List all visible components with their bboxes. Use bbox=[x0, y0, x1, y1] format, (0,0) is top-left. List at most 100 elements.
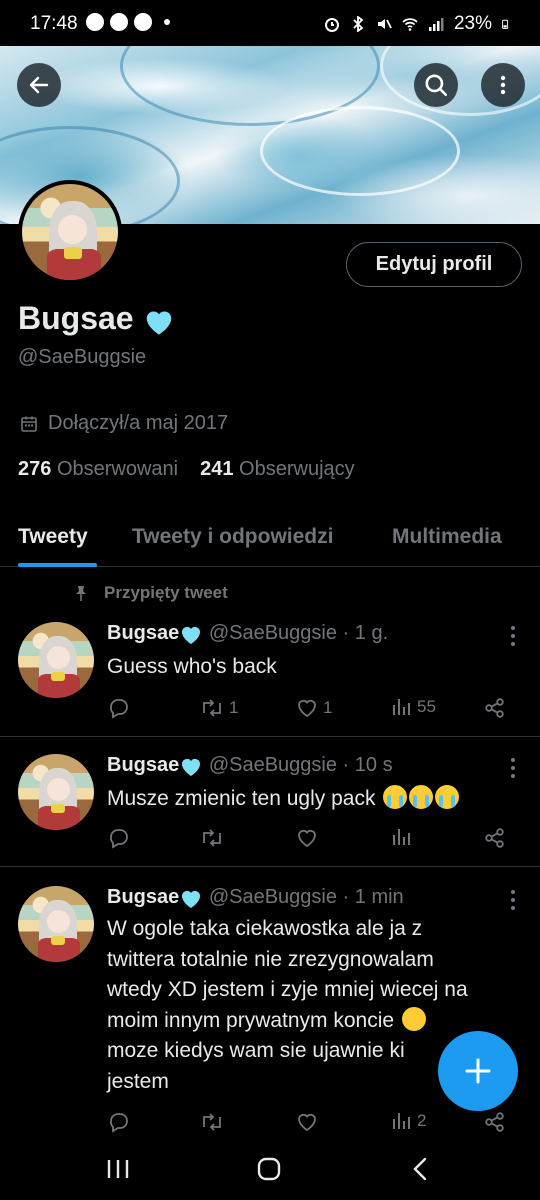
tweet-more-button[interactable] bbox=[510, 758, 516, 778]
profile-tabs: Tweety Tweety i odpowiedzi Multimedia bbox=[0, 515, 540, 567]
more-notifications-dot bbox=[164, 19, 170, 25]
following-link[interactable]: 276 Obserwowani bbox=[18, 458, 178, 480]
avatar-image bbox=[22, 184, 118, 280]
light-blue-heart-icon bbox=[182, 890, 201, 908]
edit-profile-button[interactable]: Edytuj profil bbox=[346, 242, 522, 287]
tweet-time: · 1 min bbox=[342, 886, 404, 908]
back-button[interactable] bbox=[17, 63, 61, 107]
signal-icon bbox=[428, 18, 444, 31]
bluetooth-icon bbox=[353, 16, 364, 32]
pin-icon bbox=[76, 586, 86, 601]
follow-stats: 276 Obserwowani 241 Obserwujący bbox=[18, 458, 355, 481]
back-nav-icon[interactable] bbox=[410, 1156, 430, 1182]
profile-name: Bugsae bbox=[18, 300, 176, 337]
like-button[interactable]: 1 bbox=[295, 696, 332, 720]
tweet-handle: @SaeBuggsie bbox=[208, 886, 337, 908]
tweet[interactable]: Bugsae @SaeBuggsie · 1 g. Guess who's ba… bbox=[0, 620, 540, 736]
tweet-avatar[interactable] bbox=[18, 622, 94, 698]
reply-button[interactable] bbox=[107, 696, 131, 720]
tab-media[interactable]: Multimedia bbox=[392, 525, 502, 549]
loudly-crying-face-icon bbox=[383, 785, 408, 809]
share-icon bbox=[485, 698, 504, 718]
heart-icon bbox=[298, 1113, 316, 1132]
tweet-time: · 10 s bbox=[342, 754, 393, 776]
compose-tweet-button[interactable] bbox=[438, 1031, 518, 1111]
retweet-button[interactable] bbox=[199, 826, 225, 850]
share-button[interactable] bbox=[483, 696, 507, 720]
views-count: 55 bbox=[417, 697, 436, 716]
heart-icon bbox=[298, 829, 316, 848]
shushing-face-icon bbox=[401, 1006, 426, 1031]
tweet-author-name[interactable]: Bugsae bbox=[107, 886, 179, 908]
light-blue-heart-icon bbox=[147, 311, 172, 335]
tweet-divider bbox=[0, 736, 540, 737]
tweet-avatar[interactable] bbox=[18, 886, 94, 962]
reply-button[interactable] bbox=[107, 1110, 131, 1134]
followers-label: Obserwujący bbox=[239, 458, 355, 480]
battery-percent: 23% bbox=[453, 13, 492, 34]
tweet-time: · 1 g. bbox=[342, 622, 389, 644]
reply-icon bbox=[110, 829, 128, 849]
profile-handle: @SaeBuggsie bbox=[18, 346, 147, 368]
followers-link[interactable]: 241 Obserwujący bbox=[200, 458, 355, 480]
tweet-text: Musze zmienic ten ugly pack bbox=[107, 784, 527, 815]
reply-icon bbox=[110, 699, 128, 719]
more-vertical-icon bbox=[500, 75, 506, 95]
status-time: 17:48 bbox=[30, 13, 78, 34]
tweet-author-name[interactable]: Bugsae bbox=[107, 622, 179, 644]
profile-avatar[interactable] bbox=[18, 180, 122, 284]
tweet-more-button[interactable] bbox=[510, 626, 516, 646]
tweet-more-button[interactable] bbox=[510, 890, 516, 910]
share-button[interactable] bbox=[483, 826, 507, 850]
home-icon[interactable] bbox=[256, 1156, 282, 1182]
more-options-button[interactable] bbox=[481, 63, 525, 107]
share-button[interactable] bbox=[483, 1110, 507, 1134]
tab-tweets[interactable]: Tweety bbox=[18, 525, 88, 549]
tweet-text-line: W ogole taka ciekawostka ale ja z bbox=[107, 917, 423, 940]
loudly-crying-face-icon bbox=[409, 785, 434, 809]
following-label: Obserwowani bbox=[56, 458, 179, 480]
views-icon bbox=[393, 699, 410, 715]
tweet-handle: @SaeBuggsie bbox=[208, 754, 337, 776]
tweet[interactable]: Bugsae @SaeBuggsie · 10 s Musze zmienic … bbox=[0, 752, 540, 866]
like-button[interactable] bbox=[295, 826, 319, 850]
views-button[interactable]: 55 bbox=[391, 696, 436, 718]
search-icon bbox=[425, 74, 448, 97]
tweet-text-line: moim innym prywatnym koncie bbox=[107, 1008, 395, 1032]
views-icon bbox=[393, 829, 410, 845]
arrow-left-icon bbox=[29, 76, 49, 94]
tweet-actions: 1 1 55 bbox=[107, 696, 517, 722]
retweet-button[interactable]: 1 bbox=[199, 696, 238, 720]
retweet-button[interactable] bbox=[199, 1110, 225, 1134]
views-button[interactable]: 2 bbox=[391, 1110, 426, 1132]
reply-icon bbox=[110, 1113, 128, 1133]
tweet-author-name[interactable]: Bugsae bbox=[107, 754, 179, 776]
share-icon bbox=[485, 1112, 504, 1132]
tweet-text-content: Musze zmienic ten ugly pack bbox=[107, 787, 376, 810]
views-icon bbox=[393, 1113, 410, 1129]
search-button[interactable] bbox=[414, 63, 458, 107]
tweet-avatar[interactable] bbox=[18, 754, 94, 830]
like-button[interactable] bbox=[295, 1110, 319, 1134]
recent-apps-icon[interactable] bbox=[106, 1158, 130, 1180]
like-count: 1 bbox=[323, 698, 333, 717]
notification-icon bbox=[86, 13, 104, 31]
light-blue-heart-icon bbox=[182, 626, 201, 644]
following-count: 276 bbox=[18, 458, 52, 480]
tab-tweets-and-replies[interactable]: Tweety i odpowiedzi bbox=[132, 525, 333, 549]
views-button[interactable] bbox=[391, 826, 413, 848]
mute-icon bbox=[377, 19, 392, 29]
light-blue-heart-icon bbox=[182, 758, 201, 776]
reply-button[interactable] bbox=[107, 826, 131, 850]
snapchat-icon bbox=[134, 13, 152, 31]
display-name: Bugsae bbox=[18, 300, 134, 336]
followers-count: 241 bbox=[200, 458, 234, 480]
tweet-text: Guess who's back bbox=[107, 655, 277, 678]
notification-icons bbox=[86, 13, 170, 31]
tweet-text-line: wtedy XD jestem i zyje mniej wiecej na bbox=[107, 978, 468, 1001]
retweet-icon bbox=[203, 1113, 221, 1131]
pinned-indicator: Przypięty tweet bbox=[72, 583, 228, 603]
tweet-header: Bugsae @SaeBuggsie · 1 min bbox=[107, 886, 404, 909]
active-tab-indicator bbox=[18, 563, 97, 567]
tweet-text-line: twittera totalnie nie zrezygnowalam bbox=[107, 947, 434, 971]
